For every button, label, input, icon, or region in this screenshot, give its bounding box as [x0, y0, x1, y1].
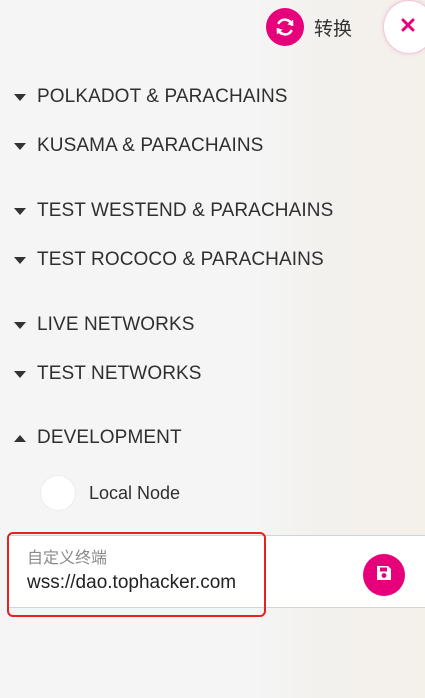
node-option-local-node[interactable]: Local Node — [40, 475, 180, 511]
group-development[interactable]: DEVELOPMENT — [14, 427, 182, 449]
group-test-rococo-parachains[interactable]: TEST ROCOCO & PARACHAINS — [14, 249, 324, 271]
group-polkadot-parachains[interactable]: POLKADOT & PARACHAINS — [14, 86, 288, 108]
caret-down-icon — [14, 93, 26, 101]
sync-icon — [266, 8, 304, 46]
radio-button[interactable] — [40, 475, 76, 511]
custom-endpoint-input[interactable] — [25, 570, 327, 596]
group-label: POLKADOT & PARACHAINS — [37, 86, 288, 107]
group-label: TEST ROCOCO & PARACHAINS — [37, 249, 324, 270]
group-label: TEST WESTEND & PARACHAINS — [37, 200, 334, 221]
switch-label: 转换 — [314, 17, 353, 40]
caret-down-icon — [14, 142, 26, 150]
group-label: LIVE NETWORKS — [37, 314, 195, 335]
group-test-westend-parachains[interactable]: TEST WESTEND & PARACHAINS — [14, 200, 333, 222]
group-label: KUSAMA & PARACHAINS — [37, 135, 264, 156]
caret-down-icon — [14, 321, 26, 329]
save-button[interactable] — [363, 554, 405, 596]
save-icon — [375, 564, 393, 587]
top-bar: 转换 — [0, 0, 425, 58]
switch-button[interactable]: 转换 — [266, 8, 352, 46]
group-label: TEST NETWORKS — [37, 363, 202, 384]
group-label: DEVELOPMENT — [37, 427, 182, 448]
group-test-networks[interactable]: TEST NETWORKS — [14, 363, 202, 385]
caret-down-icon — [14, 256, 26, 264]
caret-down-icon — [14, 207, 26, 215]
caret-up-icon — [14, 434, 26, 442]
group-kusama-parachains[interactable]: KUSAMA & PARACHAINS — [14, 135, 263, 157]
caret-down-icon — [14, 370, 26, 378]
close-button[interactable] — [383, 0, 425, 54]
node-label: Local Node — [89, 482, 181, 503]
group-live-networks[interactable]: LIVE NETWORKS — [14, 314, 195, 336]
close-icon — [401, 18, 415, 37]
custom-endpoint-label: 自定义终端 — [27, 548, 108, 567]
custom-endpoint-panel: 自定义终端 — [8, 535, 425, 608]
